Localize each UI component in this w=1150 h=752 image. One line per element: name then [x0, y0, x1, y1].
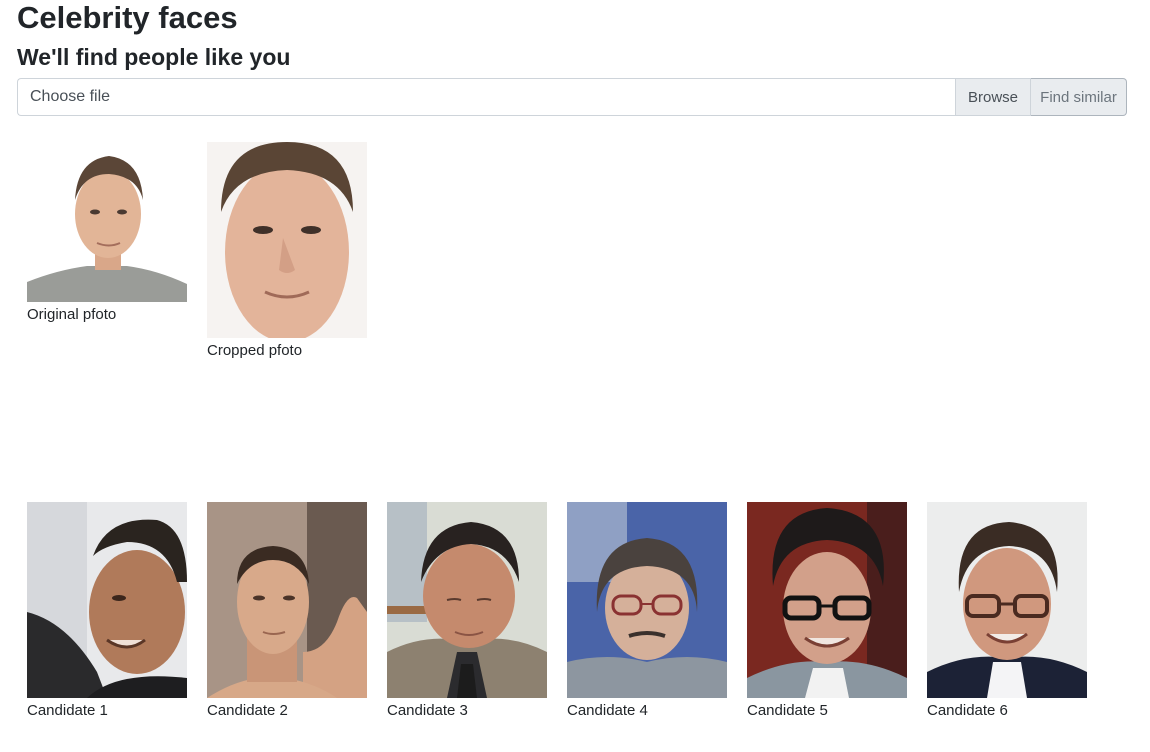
- original-photo-caption: Original pfoto: [27, 306, 117, 323]
- cropped-photo: [207, 142, 367, 338]
- page-title: Celebrity faces: [17, 0, 238, 35]
- candidate-caption: Candidate 4: [567, 702, 648, 719]
- page-subtitle: We'll find people like you: [17, 44, 291, 70]
- candidate-photo: [927, 502, 1087, 698]
- original-photo: [27, 142, 187, 302]
- candidate-photo: [747, 502, 907, 698]
- candidate-caption: Candidate 6: [927, 702, 1008, 719]
- candidate-caption: Candidate 3: [387, 702, 468, 719]
- candidate-caption: Candidate 2: [207, 702, 288, 719]
- cropped-photo-caption: Cropped pfoto: [207, 342, 303, 359]
- candidate-photo: [207, 502, 367, 698]
- candidate-caption: Candidate 5: [747, 702, 828, 719]
- candidate-photo: [27, 502, 187, 698]
- file-input[interactable]: Choose file: [17, 78, 955, 116]
- candidate-photo: [567, 502, 727, 698]
- find-similar-button[interactable]: Find similar: [1031, 78, 1127, 116]
- candidate-photo: [387, 502, 547, 698]
- candidate-caption: Candidate 1: [27, 702, 108, 719]
- upload-form: Choose file Browse Find similar: [17, 78, 1127, 116]
- browse-button[interactable]: Browse: [955, 78, 1031, 116]
